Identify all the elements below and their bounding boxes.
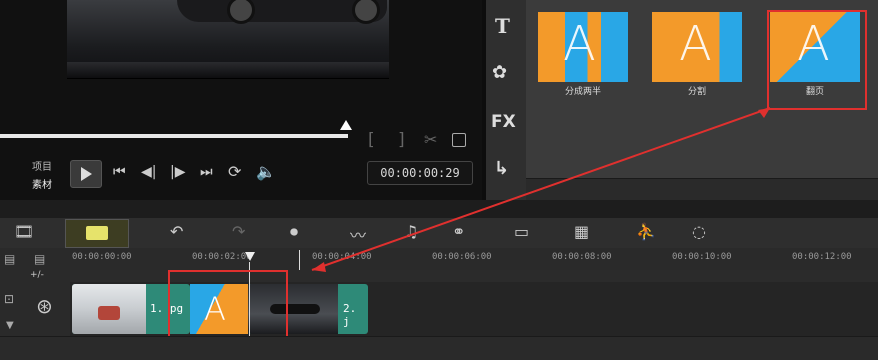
track-2[interactable] [0,336,878,360]
annotation-arrow-line [311,107,771,271]
annotation-arrowhead [312,262,326,272]
annotation-arrows [311,107,771,272]
annotation-arrowhead [758,108,770,118]
